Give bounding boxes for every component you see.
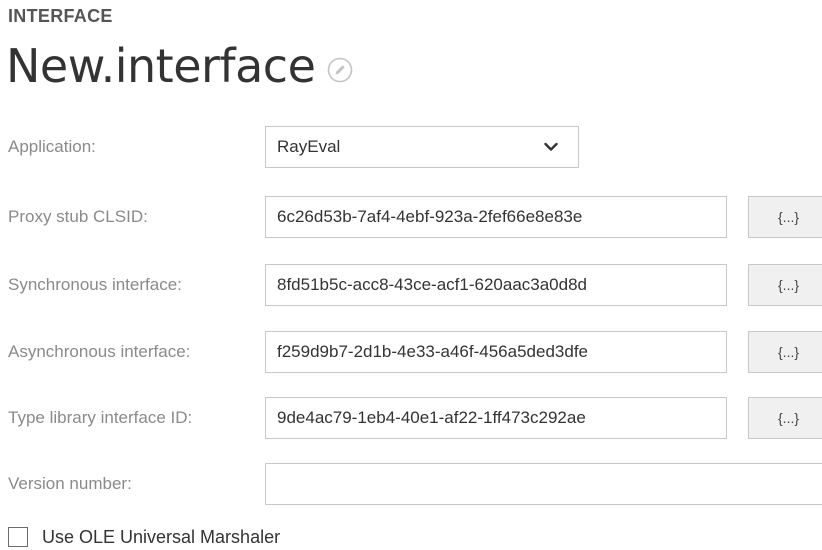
type-library-interface-id-label: Type library interface ID: xyxy=(8,408,193,427)
page-title: New.interface xyxy=(6,39,316,93)
synchronous-interface-field[interactable] xyxy=(265,264,727,306)
proxy-stub-clsid-picker-button[interactable]: {...} xyxy=(748,196,822,238)
asynchronous-interface-label: Asynchronous interface: xyxy=(8,342,191,361)
section-label: INTERFACE xyxy=(8,6,113,26)
edit-icon[interactable] xyxy=(327,57,353,83)
proxy-stub-clsid-label: Proxy stub CLSID: xyxy=(8,207,148,226)
pencil-in-circle-icon xyxy=(328,57,353,83)
version-number-label: Version number: xyxy=(8,474,132,493)
use-ole-universal-marshaler-option[interactable]: Use OLE Universal Marshaler xyxy=(8,524,280,550)
asynchronous-interface-row: Asynchronous interface: {...} xyxy=(0,331,822,373)
synchronous-interface-picker-button[interactable]: {...} xyxy=(748,264,822,306)
proxy-stub-clsid-row: Proxy stub CLSID: {...} xyxy=(0,196,822,238)
application-label: Application: xyxy=(8,137,96,156)
asynchronous-interface-picker-button[interactable]: {...} xyxy=(748,331,822,373)
type-library-interface-id-picker-button[interactable]: {...} xyxy=(748,397,822,439)
application-row: Application: RayEval xyxy=(0,126,822,168)
type-library-interface-id-row: Type library interface ID: {...} xyxy=(0,397,822,439)
use-ole-universal-marshaler-checkbox[interactable] xyxy=(8,527,28,547)
title-row: New.interface xyxy=(6,36,353,96)
use-ole-universal-marshaler-label: Use OLE Universal Marshaler xyxy=(42,526,281,547)
version-number-field[interactable] xyxy=(265,463,822,505)
type-library-interface-id-field[interactable] xyxy=(265,397,727,439)
application-select[interactable]: RayEval xyxy=(265,126,579,168)
version-number-row: Version number: xyxy=(0,463,822,505)
application-selected-value: RayEval xyxy=(277,137,341,156)
synchronous-interface-label: Synchronous interface: xyxy=(8,275,182,294)
chevron-down-icon xyxy=(544,142,558,151)
proxy-stub-clsid-field[interactable] xyxy=(265,196,727,238)
asynchronous-interface-field[interactable] xyxy=(265,331,727,373)
synchronous-interface-row: Synchronous interface: {...} xyxy=(0,264,822,306)
